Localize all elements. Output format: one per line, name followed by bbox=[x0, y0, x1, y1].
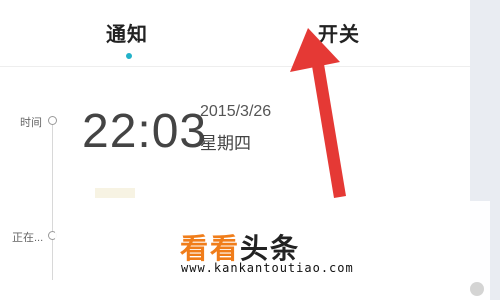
watermark-title-rest: 头条 bbox=[240, 233, 301, 264]
clock-time: 22:03 bbox=[82, 105, 208, 158]
timeline-label-time: 时间 bbox=[20, 117, 42, 129]
active-tab-indicator bbox=[126, 53, 132, 59]
timeline-line bbox=[52, 120, 53, 280]
tab-notifications[interactable]: 通知 bbox=[106, 18, 148, 47]
clock-weekday: 星期四 bbox=[200, 134, 251, 153]
watermark-overlay: 看看头条 www.kankantoutiao.com bbox=[55, 201, 490, 300]
timeline-label-ongoing: 正在... bbox=[12, 232, 44, 244]
faded-notification-fragment bbox=[95, 188, 135, 198]
clock-date: 2015/3/26 bbox=[200, 103, 272, 120]
tab-toggles[interactable]: 开关 bbox=[318, 18, 360, 47]
watermark-title-accent: 看看 bbox=[180, 233, 241, 264]
timeline-node bbox=[48, 116, 57, 125]
watermark-url: www.kankantoutiao.com bbox=[181, 261, 354, 275]
tab-bar: 通知 开关 bbox=[0, 0, 470, 67]
corner-mark bbox=[470, 282, 484, 296]
